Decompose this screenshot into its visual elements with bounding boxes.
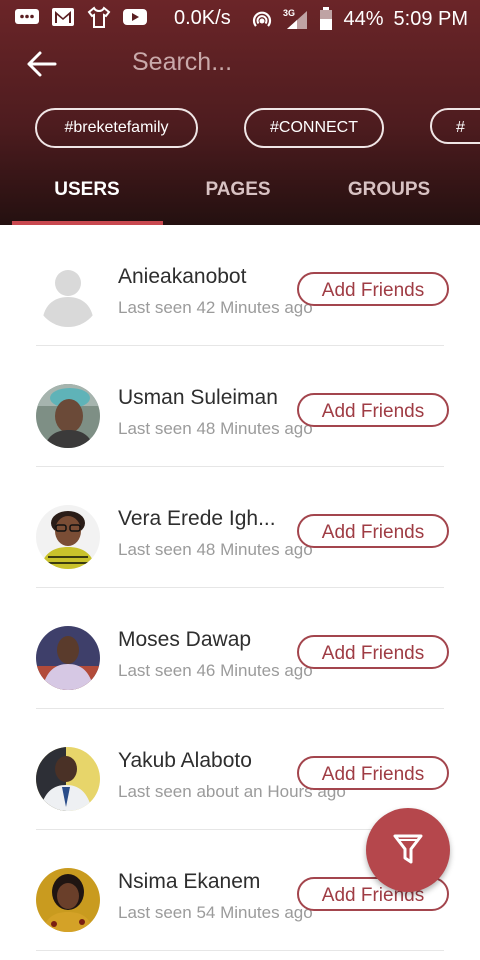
add-friends-button[interactable]: Add Friends <box>297 514 449 548</box>
last-seen: Last seen 46 Minutes ago <box>118 661 313 680</box>
tab-users[interactable]: USERS <box>12 168 162 212</box>
list-item[interactable]: Usman Suleiman Last seen 48 Minutes ago … <box>0 346 480 467</box>
list-item[interactable]: Vera Erede Igh... Last seen 48 Minutes a… <box>0 467 480 588</box>
user-name: Moses Dawap <box>118 628 252 651</box>
user-name: Nsima Ekanem <box>118 870 261 893</box>
avatar <box>36 747 100 811</box>
user-name: Usman Suleiman <box>118 386 278 409</box>
hashtag-chip[interactable]: #breketefamily <box>35 108 198 148</box>
avatar <box>36 505 100 569</box>
status-bar: 0.0K/s 3G 44% 5:09 PM <box>0 0 480 36</box>
battery-level: 44% <box>343 7 384 30</box>
youtube-icon <box>123 9 147 25</box>
user-name: Vera Erede Igh... <box>118 507 276 530</box>
add-friends-button[interactable]: Add Friends <box>297 393 449 427</box>
user-name: Anieakanobot <box>118 265 247 288</box>
hashtag-bar: #breketefamily #CONNECT # <box>0 108 480 148</box>
gmail-icon <box>52 8 74 26</box>
message-icon <box>15 9 39 24</box>
search-input[interactable] <box>132 48 432 77</box>
filter-fab-button[interactable] <box>366 808 450 892</box>
tshirt-icon <box>87 6 111 28</box>
back-arrow-icon[interactable] <box>26 50 58 78</box>
app-header: 0.0K/s 3G 44% 5:09 PM #breketefamily #CO… <box>0 0 480 225</box>
signal-icon: 3G <box>283 8 308 29</box>
tab-groups[interactable]: GROUPS <box>314 168 464 212</box>
add-friends-button[interactable]: Add Friends <box>297 635 449 669</box>
add-friends-button[interactable]: Add Friends <box>297 756 449 790</box>
list-item[interactable]: Anieakanobot Last seen 42 Minutes ago Ad… <box>0 225 480 346</box>
last-seen: Last seen 54 Minutes ago <box>118 903 313 922</box>
avatar <box>36 626 100 690</box>
add-friends-button[interactable]: Add Friends <box>297 272 449 306</box>
divider <box>36 950 444 951</box>
last-seen: Last seen 48 Minutes ago <box>118 540 313 559</box>
tab-pages[interactable]: PAGES <box>163 168 313 212</box>
hashtag-chip[interactable]: # <box>430 108 480 144</box>
list-item[interactable]: Moses Dawap Last seen 46 Minutes ago Add… <box>0 588 480 709</box>
avatar <box>36 868 100 932</box>
last-seen: Last seen 42 Minutes ago <box>118 298 313 317</box>
network-speed: 0.0K/s <box>174 7 231 29</box>
user-name: Yakub Alaboto <box>118 749 252 772</box>
battery-icon <box>320 7 333 30</box>
avatar <box>36 263 100 327</box>
filter-icon <box>393 834 423 864</box>
tab-bar: USERS PAGES GROUPS <box>0 168 480 225</box>
hotspot-icon <box>253 11 272 27</box>
avatar <box>36 384 100 448</box>
last-seen: Last seen 48 Minutes ago <box>118 419 313 438</box>
svg-text:3G: 3G <box>283 8 295 18</box>
hashtag-chip[interactable]: #CONNECT <box>244 108 384 148</box>
clock: 5:09 PM <box>393 7 468 30</box>
